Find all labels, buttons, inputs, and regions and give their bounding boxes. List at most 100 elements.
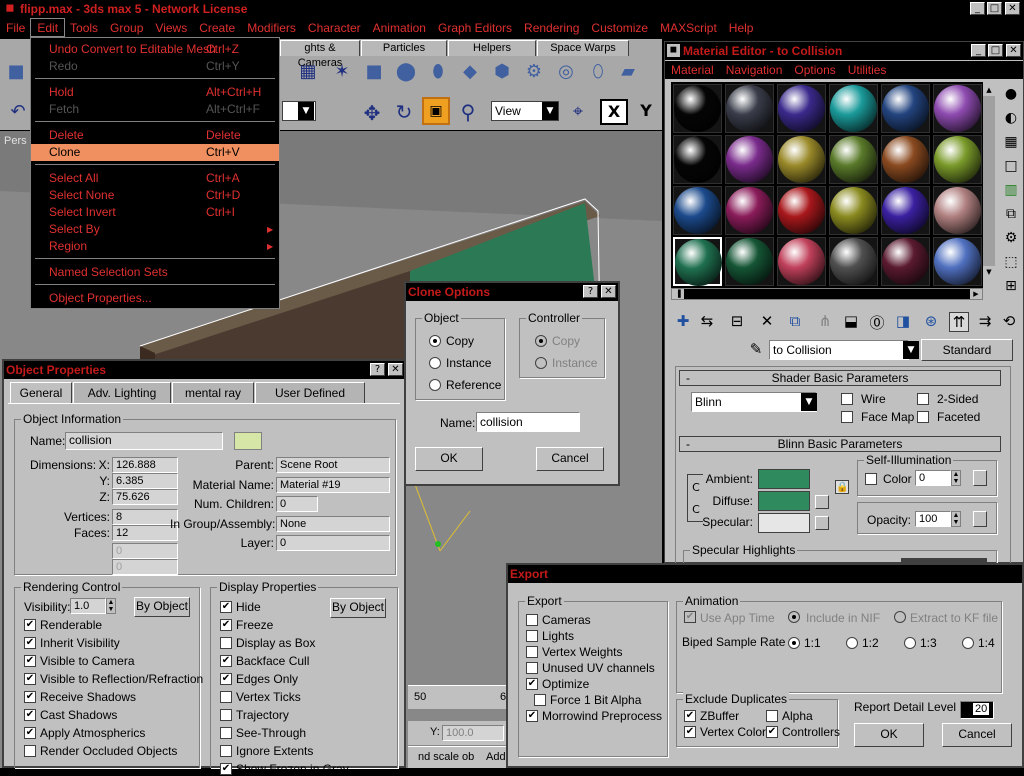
- sample-slot[interactable]: [881, 84, 930, 133]
- assign-material-icon[interactable]: ⊟: [727, 312, 747, 330]
- biped-rate-radio[interactable]: [846, 637, 858, 649]
- specular-map-button[interactable]: [815, 516, 829, 530]
- axis-y-icon[interactable]: Y: [636, 101, 656, 120]
- mat-menu-material[interactable]: Material: [665, 61, 720, 78]
- sample-slot[interactable]: [933, 84, 982, 133]
- export-cancel-button[interactable]: Cancel: [942, 723, 1012, 747]
- shader-2-sided-checkbox[interactable]: [917, 393, 929, 405]
- maximize-button[interactable]: □: [987, 2, 1002, 15]
- select-by-material-icon[interactable]: ⬚: [1001, 254, 1021, 270]
- sample-slot[interactable]: [933, 135, 982, 184]
- sample-slot[interactable]: [829, 186, 878, 235]
- report-detail-field[interactable]: 20: [960, 701, 994, 719]
- backface-cull-checkbox[interactable]: ✔: [220, 655, 232, 667]
- opacity-map-button[interactable]: [973, 511, 987, 527]
- mat-maximize-button[interactable]: □: [988, 44, 1003, 57]
- export-optimize-checkbox[interactable]: ✔: [526, 678, 538, 690]
- edges-only-checkbox[interactable]: ✔: [220, 673, 232, 685]
- visibility-spinner[interactable]: ▲ ▼: [106, 598, 116, 614]
- get-material-icon[interactable]: ✚: [673, 312, 693, 330]
- background-icon[interactable]: ▦: [1001, 134, 1021, 150]
- prism-icon[interactable]: ▰: [616, 61, 640, 87]
- sample-slot[interactable]: [881, 237, 930, 286]
- backlight-icon[interactable]: ◐: [1001, 110, 1021, 126]
- edit-menu-item-select-all[interactable]: Select All Ctrl+A: [31, 170, 279, 187]
- shader-rollout-header[interactable]: - Shader Basic Parameters: [679, 370, 1001, 386]
- inherit-visibility-checkbox[interactable]: ✔: [24, 637, 36, 649]
- close-button[interactable]: ✕: [1005, 2, 1020, 15]
- obj-close-button[interactable]: ✕: [388, 363, 403, 376]
- edit-menu-item-redo[interactable]: Redo Ctrl+Y: [31, 58, 279, 75]
- select-by-name-icon[interactable]: ⟲: [999, 312, 1019, 330]
- clone-name-input[interactable]: collision: [476, 412, 580, 432]
- visibility-field[interactable]: 1.0: [70, 598, 106, 614]
- exclude-vertex-colors-checkbox[interactable]: ✔: [684, 726, 696, 738]
- export-cameras-checkbox[interactable]: [526, 614, 538, 626]
- y-coord-field[interactable]: 100.0: [442, 725, 504, 741]
- export-morrowind-preprocess-checkbox[interactable]: ✔: [526, 710, 538, 722]
- diffuse-color-swatch[interactable]: [758, 491, 810, 511]
- menu-graph-editors[interactable]: Graph Editors: [432, 19, 518, 36]
- sample-slot[interactable]: [829, 84, 878, 133]
- mat-menu-navigation[interactable]: Navigation: [720, 61, 789, 78]
- tab-space-warps[interactable]: Space Warps: [537, 40, 629, 56]
- export-force-1-bit-alpha-checkbox[interactable]: [534, 694, 546, 706]
- cube-icon[interactable]: ■: [4, 61, 28, 87]
- opacity-spinner[interactable]: ▲ ▼: [951, 511, 961, 527]
- sample-slot[interactable]: [777, 135, 826, 184]
- copy-material-icon[interactable]: ⧉: [785, 312, 805, 330]
- edit-menu-item-select-by[interactable]: Select By ▶: [31, 221, 279, 238]
- sample-slot[interactable]: [881, 135, 930, 184]
- cast-shadows-checkbox[interactable]: ✔: [24, 709, 36, 721]
- rendering-by-object-button[interactable]: By Object: [134, 597, 190, 617]
- menu-create[interactable]: Create: [193, 19, 241, 36]
- use-app-time-checkbox[interactable]: ✔: [684, 611, 696, 623]
- sample-slot[interactable]: [673, 237, 722, 286]
- pivot-icon[interactable]: ⌖: [566, 101, 590, 122]
- scroll-down-icon[interactable]: ▼: [983, 266, 995, 278]
- tab-user-defined[interactable]: User Defined: [255, 382, 365, 403]
- clone-close-button[interactable]: ✕: [601, 285, 616, 298]
- geosphere-icon[interactable]: ◆: [458, 61, 482, 87]
- tab-adv-lighting[interactable]: Adv. Lighting: [73, 382, 171, 403]
- opacity-field[interactable]: 100: [915, 511, 951, 527]
- tab-mental-ray[interactable]: mental ray: [172, 382, 254, 403]
- scroll-left-icon[interactable]: ▐: [672, 289, 684, 299]
- make-unique-icon[interactable]: ⋔: [815, 312, 835, 330]
- export-unused-uv-channels-checkbox[interactable]: [526, 662, 538, 674]
- go-to-parent-icon[interactable]: ⇈: [949, 312, 969, 332]
- mat-menu-utilities[interactable]: Utilities: [842, 61, 893, 78]
- export-ok-button[interactable]: OK: [854, 723, 924, 747]
- clone-reference-radio[interactable]: [429, 379, 441, 391]
- go-forward-icon[interactable]: ⇉: [975, 312, 995, 330]
- ignore-extents-checkbox[interactable]: [220, 745, 232, 757]
- display-by-object-button[interactable]: By Object: [330, 598, 386, 618]
- sample-slot[interactable]: [725, 84, 774, 133]
- dropdown-arrow-icon[interactable]: ▼: [542, 102, 558, 120]
- show-map-icon[interactable]: ◨: [893, 312, 913, 330]
- axis-x-icon[interactable]: X: [600, 99, 628, 125]
- biped-rate-radio[interactable]: [904, 637, 916, 649]
- sample-slot[interactable]: [933, 237, 982, 286]
- obj-name-field[interactable]: collision: [65, 432, 223, 450]
- menu-customize[interactable]: Customize: [585, 19, 654, 36]
- menu-group[interactable]: Group: [104, 19, 149, 36]
- lock-icon[interactable]: 🔒: [835, 480, 849, 494]
- specular-color-swatch[interactable]: [758, 513, 810, 533]
- move-icon[interactable]: ✥: [360, 101, 384, 125]
- sample-type-icon[interactable]: ●: [1001, 86, 1021, 102]
- diffuse-map-button[interactable]: [815, 495, 829, 509]
- clone-ok-button[interactable]: OK: [415, 447, 483, 471]
- visible-to-reflection-refraction-checkbox[interactable]: ✔: [24, 673, 36, 685]
- video-color-icon[interactable]: ▥: [1001, 182, 1021, 198]
- receive-shadows-checkbox[interactable]: ✔: [24, 691, 36, 703]
- menu-views[interactable]: Views: [149, 19, 193, 36]
- menu-edit[interactable]: Edit: [30, 18, 66, 37]
- edit-menu-item-delete[interactable]: Delete Delete: [31, 127, 279, 144]
- clone-cancel-button[interactable]: Cancel: [536, 447, 604, 471]
- display-as-box-checkbox[interactable]: [220, 637, 232, 649]
- mat-close-button[interactable]: ✕: [1006, 44, 1021, 57]
- timeline-bar[interactable]: 50 60: [408, 685, 512, 709]
- clone-instance-radio[interactable]: [429, 357, 441, 369]
- sample-slot[interactable]: [673, 135, 722, 184]
